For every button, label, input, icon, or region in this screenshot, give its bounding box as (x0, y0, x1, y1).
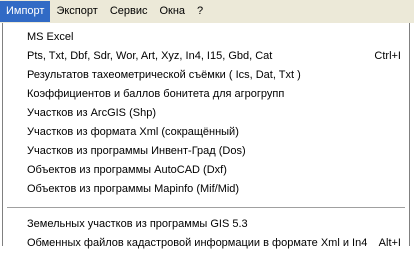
menu-item-label: Обменных файлов кадастровой информации в… (27, 237, 368, 249)
menu-separator (7, 207, 405, 209)
menu-windows[interactable]: Окна (153, 1, 191, 22)
menu-item-label: Pts, Txt, Dbf, Sdr, Wor, Art, Xyz, In4, … (27, 50, 273, 62)
menu-item-mapinfo-mif-mid[interactable]: Объектов из программы Mapinfo (Mif/Mid) (3, 180, 409, 199)
menu-export[interactable]: Экспорт (50, 1, 103, 22)
menu-item-xml-short[interactable]: Участков из формата Xml (сокращённый) (3, 123, 409, 142)
menu-bar: Импорт Экспорт Сервис Окна ? (0, 0, 414, 23)
menu-item-ms-excel[interactable]: MS Excel (3, 28, 409, 47)
menu-item-autocad-dxf[interactable]: Объектов из программы AutoCAD (Dxf) (3, 161, 409, 180)
menu-item-label: Объектов из программы Mapinfo (Mif/Mid) (27, 183, 240, 195)
menu-item-shortcut: Ctrl+I (374, 50, 401, 62)
import-dropdown-menu: MS Excel Pts, Txt, Dbf, Sdr, Wor, Art, X… (2, 23, 410, 249)
menu-help[interactable]: ? (191, 1, 209, 22)
menu-item-pts-txt-formats[interactable]: Pts, Txt, Dbf, Sdr, Wor, Art, Xyz, In4, … (3, 47, 409, 66)
menu-item-label: Результатов тахеометрической съёмки ( Ic… (27, 69, 301, 81)
menu-item-gis-5-3[interactable]: Земельных участков из программы GIS 5.3 (3, 215, 409, 234)
menu-item-label: Участков из формата Xml (сокращённый) (27, 126, 239, 138)
menu-item-label: MS Excel (27, 31, 74, 43)
menu-item-cadastral-xml-in4[interactable]: Обменных файлов кадастровой информации в… (3, 234, 409, 253)
menu-item-label: Объектов из программы AutoCAD (Dxf) (27, 164, 227, 176)
menu-import[interactable]: Импорт (0, 1, 51, 22)
menu-item-shortcut: Alt+I (378, 237, 401, 249)
menu-item-invent-grad-dos[interactable]: Участков из программы Инвент-Град (Dos) (3, 142, 409, 161)
menu-service[interactable]: Сервис (104, 1, 154, 22)
menu-item-label: Участков из ArcGIS (Shp) (27, 107, 156, 119)
menu-item-label: Участков из программы Инвент-Град (Dos) (27, 145, 246, 157)
menu-item-bonitet-coefficients[interactable]: Коэффициентов и баллов бонитета для агро… (3, 85, 409, 104)
menu-item-label: Коэффициентов и баллов бонитета для агро… (27, 88, 285, 100)
menu-item-tacheometric-survey[interactable]: Результатов тахеометрической съёмки ( Ic… (3, 66, 409, 85)
menu-item-label: Земельных участков из программы GIS 5.3 (27, 218, 248, 230)
menu-item-arcgis-shp[interactable]: Участков из ArcGIS (Shp) (3, 104, 409, 123)
